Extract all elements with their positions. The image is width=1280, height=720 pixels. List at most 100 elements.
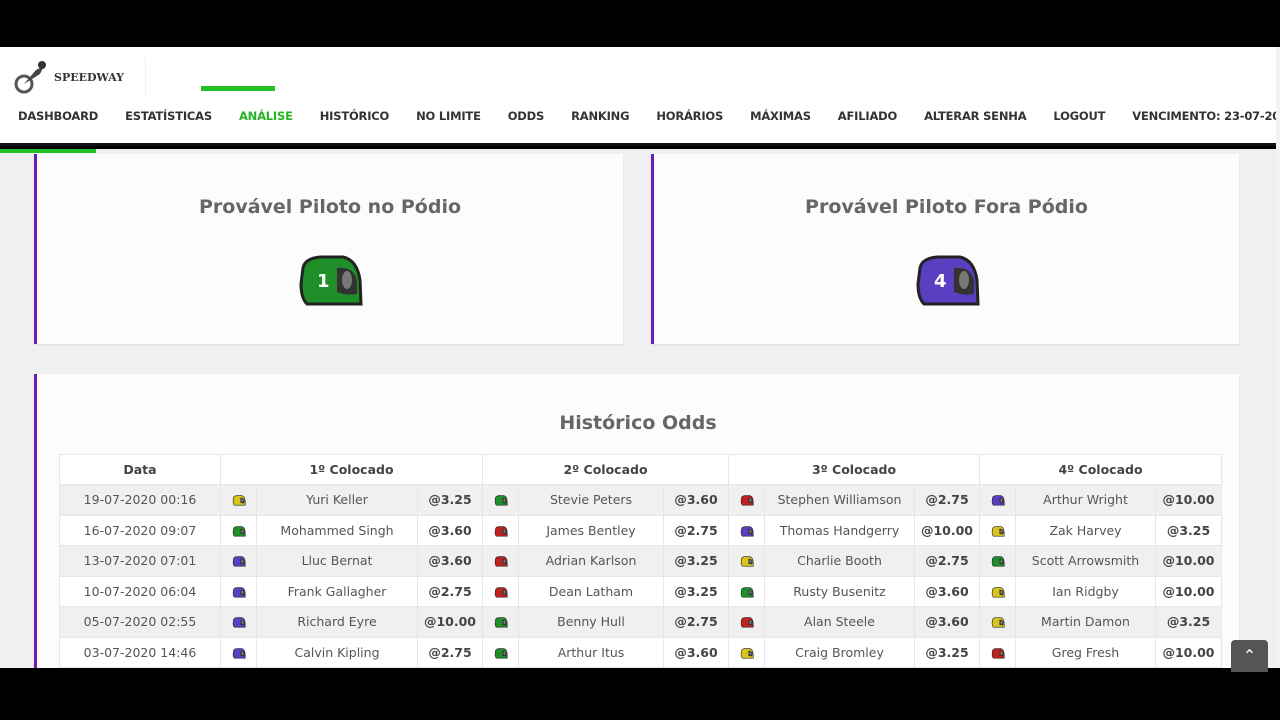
helmet-icon-yellow [232,495,246,506]
nav-histórico[interactable]: HISTÓRICO [320,109,390,123]
helmet-icon-purple [991,495,1005,506]
helmet-cell [482,606,519,638]
page-progress-bar [0,149,96,153]
history-odds-card: Histórico Odds Data 1º Colocado 2º Colocad… [34,374,1239,668]
odd-value: @3.60 [914,606,980,638]
helmet-cell [220,606,257,638]
helmet-cell [728,575,765,607]
helmet-icon-purple [232,587,246,598]
helmet-cell [220,636,257,668]
rider-name: Dean Latham [518,575,664,607]
rider-name: Craig Bromley [764,636,915,668]
rider-name: Rusty Busenitz [764,575,915,607]
odd-value: @2.75 [417,636,483,668]
helmet-cell [979,636,1016,668]
helmet-icon-red [494,556,508,567]
column-header: 1º Colocado [220,454,483,485]
nav-odds[interactable]: ODDS [508,109,545,123]
helmet-icon-purple [740,526,754,537]
rider-name: Richard Eyre [256,606,418,638]
rider-name: Frank Gallagher [256,575,418,607]
helmet-icon-red [740,617,754,628]
helmet-icon-purple [232,648,246,659]
helmet-cell [482,545,519,577]
rider-name: Adrian Karlson [518,545,664,577]
helmet-icon-red [494,526,508,537]
rider-name: Benny Hull [518,606,664,638]
history-odds-table: Data 1º Colocado 2º Colocado 3º Colocado 4º … [59,454,1222,668]
helmet-cell [728,514,765,546]
rider-name: Mohammed Singh [256,514,418,546]
helmet-cell [482,484,519,516]
helmet-cell [220,575,257,607]
nav-alterar-senha[interactable]: ALTERAR SENHA [924,109,1027,123]
main-content: Provável Piloto no Pódio 1 Provável Pilo… [0,149,1276,668]
table-row: 10-07-2020 06:04 Frank Gallagher @2.75 De… [59,575,1222,607]
rider-name: Martin Damon [1015,606,1156,638]
helmet-cell [220,484,257,516]
brand-name: SPEEDWAY [54,70,125,84]
helmet-cell [979,606,1016,638]
rider-name: Greg Fresh [1015,636,1156,668]
odd-value: @10.00 [1155,636,1222,668]
odd-value: @10.00 [914,514,980,546]
date-cell: 13-07-2020 07:01 [59,545,221,577]
helmet-icon-purple [232,556,246,567]
date-cell: 03-07-2020 14:46 [59,636,221,668]
rider-name: Stephen Williamson [764,484,915,516]
nav-máximas[interactable]: MÁXIMAS [750,109,811,123]
rider-name: Scott Arrowsmith [1015,545,1156,577]
odd-value: @10.00 [1155,545,1222,577]
helmet-cell [482,636,519,668]
rider-name: Stevie Peters [518,484,664,516]
out-podium-card: Provável Piloto Fora Pódio 4 [651,154,1239,344]
helmet-cell [220,514,257,546]
active-indicator [201,86,275,91]
logo[interactable]: SPEEDWAY [14,57,146,97]
date-cell: 16-07-2020 09:07 [59,514,221,546]
helmet-cell [220,545,257,577]
rider-name: Ian Ridgby [1015,575,1156,607]
column-header: 2º Colocado [482,454,729,485]
odd-value: @3.25 [417,484,483,516]
helmet-cell [728,484,765,516]
nav-ranking[interactable]: RANKING [571,109,629,123]
helmet-icon-green [494,648,508,659]
helmet-icon-green [494,495,508,506]
nav-vencimento[interactable]: VENCIMENTO: 23-07-2020 00:10 [1132,109,1280,123]
nav-dashboard[interactable]: DASHBOARD [18,109,98,123]
helmet-icon-red [740,495,754,506]
nav-análise[interactable]: ANÁLISE [239,109,293,123]
out-podium-title: Provável Piloto Fora Pódio [805,196,1088,218]
odd-value: @10.00 [417,606,483,638]
odd-value: @2.75 [914,484,980,516]
table-row: 13-07-2020 07:01 Lluc Bernat @3.60 Adrian… [59,545,1222,577]
helmet-cell [728,545,765,577]
odd-value: @3.60 [914,575,980,607]
nav-no-limite[interactable]: NO LIMITE [416,109,481,123]
odd-value: @3.60 [417,514,483,546]
helmet-icon-red [494,587,508,598]
helmet-icon-green [494,617,508,628]
table-row: 05-07-2020 02:55 Richard Eyre @10.00 Benn… [59,606,1222,638]
odd-value: @10.00 [1155,484,1222,516]
odd-value: @3.25 [914,636,980,668]
date-cell: 10-07-2020 06:04 [59,575,221,607]
nav-horários[interactable]: HORÁRIOS [656,109,723,123]
nav-logout[interactable]: LOGOUT [1053,109,1105,123]
scrollbar[interactable] [1276,47,1280,668]
nav-estatísticas[interactable]: ESTATÍSTICAS [125,109,212,123]
rider-name: Lluc Bernat [256,545,418,577]
odd-value: @2.75 [663,514,729,546]
helmet-icon-red [991,648,1005,659]
rider-name: Yuri Keller [256,484,418,516]
table-row: 16-07-2020 09:07 Mohammed Singh @3.60 Jam… [59,514,1222,546]
odd-value: @3.60 [663,636,729,668]
scroll-to-top-button[interactable]: ⌃ [1231,640,1268,672]
odd-value: @2.75 [417,575,483,607]
rider-name: Thomas Handgerry [764,514,915,546]
helmet-cell [979,514,1016,546]
odd-value: @3.25 [1155,514,1222,546]
helmet-icon-green [232,526,246,537]
nav-afiliado[interactable]: AFILIADO [838,109,897,123]
